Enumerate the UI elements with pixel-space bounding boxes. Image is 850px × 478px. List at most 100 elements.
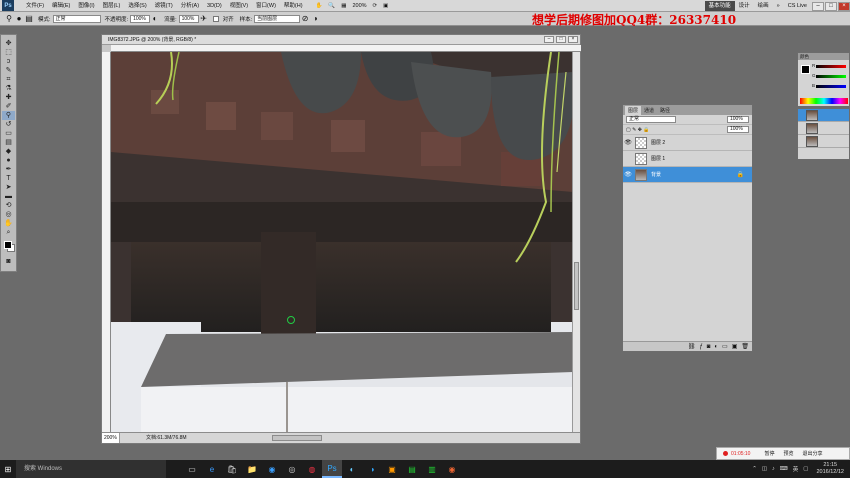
sample-select[interactable]: 当前图层 xyxy=(254,14,301,23)
trash-icon[interactable]: 🗑 xyxy=(741,343,749,350)
close-icon[interactable]: × xyxy=(838,1,850,11)
layer-opacity-input[interactable]: 100% xyxy=(727,116,749,123)
airbrush-icon[interactable]: ✈ xyxy=(199,14,209,24)
arrange-icon[interactable]: ▣ xyxy=(380,3,391,9)
image-canvas[interactable] xyxy=(111,52,573,432)
zoom-tool-icon[interactable]: ⌕ xyxy=(2,228,15,237)
doc-minimize-icon[interactable]: – xyxy=(544,36,554,43)
history-state[interactable] xyxy=(798,109,849,122)
move-tool-icon[interactable]: ✥ xyxy=(2,39,15,48)
clone-stamp-icon[interactable]: ⚲ xyxy=(4,14,14,24)
tray-expand-icon[interactable]: ⌃ xyxy=(752,466,757,472)
exit-share-button[interactable]: 退出分享 xyxy=(803,450,823,457)
preview-button[interactable]: 预览 xyxy=(783,450,793,457)
document-title-bar[interactable]: IMG8372.JPG @ 200% (背景, RGB/8) * – □ × xyxy=(102,35,580,45)
history-brush-tool-icon[interactable]: ↺ xyxy=(2,120,15,129)
type-tool-icon[interactable]: T xyxy=(2,174,15,183)
healing-brush-tool-icon[interactable]: ✚ xyxy=(2,93,15,102)
photoshop-taskbar-icon[interactable]: Ps xyxy=(322,460,342,478)
app-icon-orange[interactable]: ▣ xyxy=(382,460,402,478)
brush-panel-icon[interactable]: ▤ xyxy=(24,14,34,24)
menu-3d[interactable]: 3D(D) xyxy=(203,0,226,12)
color-panel-tab[interactable]: 颜色 xyxy=(798,53,849,60)
vertical-scroll-thumb[interactable] xyxy=(574,262,579,310)
zoom-level[interactable]: 200% xyxy=(349,3,369,9)
doc-close-icon[interactable]: × xyxy=(568,36,578,43)
horizontal-scroll-thumb[interactable] xyxy=(272,435,322,441)
chrome-icon[interactable]: ◍ xyxy=(302,460,322,478)
tab-channels[interactable]: 通道 xyxy=(641,106,657,115)
explorer-icon[interactable]: 📁 xyxy=(242,460,262,478)
hand-tool-icon[interactable]: ✋ xyxy=(2,219,15,228)
menu-select[interactable]: 选择(S) xyxy=(124,0,150,12)
language-indicator[interactable]: 英 xyxy=(793,465,799,473)
app-icon-green-1[interactable]: ▤ xyxy=(402,460,422,478)
firefox-icon[interactable]: ◉ xyxy=(442,460,462,478)
blend-mode-select[interactable]: 正常 xyxy=(626,116,676,123)
tab-paths[interactable]: 路径 xyxy=(657,106,673,115)
adjustment-icon[interactable]: ◐ xyxy=(714,344,718,350)
menu-image[interactable]: 图像(I) xyxy=(74,0,98,12)
opacity-input[interactable]: 100% xyxy=(130,14,151,23)
vertical-scrollbar[interactable] xyxy=(572,52,580,432)
qq-browser-icon[interactable]: ◉ xyxy=(262,460,282,478)
restore-icon[interactable]: □ xyxy=(825,1,837,11)
menu-view[interactable]: 视图(V) xyxy=(226,0,252,12)
app-icon-blue[interactable]: ◐ xyxy=(342,460,362,478)
pause-button[interactable]: 暂停 xyxy=(764,450,774,457)
3d-orbit-tool-icon[interactable]: ◎ xyxy=(2,210,15,219)
folder-icon[interactable]: ▭ xyxy=(722,343,728,350)
app-icon-camera[interactable]: ◑ xyxy=(362,460,382,478)
pressure-opacity-icon[interactable]: ◐ xyxy=(150,14,160,24)
taskbar-search[interactable]: 搜索 Windows xyxy=(16,460,166,478)
mask-icon[interactable]: ◙ xyxy=(707,344,711,350)
hand-icon[interactable]: ✋ xyxy=(313,3,326,9)
quick-select-tool-icon[interactable]: ✎ xyxy=(2,66,15,75)
dodge-tool-icon[interactable]: ● xyxy=(2,156,15,165)
windows-start-icon[interactable]: ⊞ xyxy=(0,460,16,478)
channel-r-slider[interactable] xyxy=(816,65,846,68)
layer-row-2[interactable]: 👁 图层 2 xyxy=(623,135,752,151)
document-size-info[interactable]: 文档:61.3M/76.8M xyxy=(120,433,187,443)
workspace-painting[interactable]: 绘画 xyxy=(754,1,773,11)
menu-filter[interactable]: 滤镜(T) xyxy=(151,0,177,12)
crop-tool-icon[interactable]: ⌗ xyxy=(2,75,15,84)
history-state[interactable] xyxy=(798,122,849,135)
network-icon[interactable]: ◫ xyxy=(762,466,767,472)
foreground-color-swatch[interactable] xyxy=(3,241,12,249)
new-layer-icon[interactable]: ▣ xyxy=(732,343,738,350)
color-panel-swatch[interactable] xyxy=(801,65,810,74)
lock-icons[interactable]: ▢ ✎ ✥ 🔒 xyxy=(626,127,650,133)
menu-analysis[interactable]: 分析(A) xyxy=(177,0,203,12)
brush-preset-icon[interactable]: ● xyxy=(14,14,24,24)
media-icon[interactable]: ◎ xyxy=(282,460,302,478)
mode-select[interactable]: 正常 xyxy=(52,14,101,23)
layer-row-background[interactable]: 👁 背景 🔒 xyxy=(623,167,752,183)
more-workspaces[interactable]: » xyxy=(773,1,784,11)
quick-mask-icon[interactable]: ◙ xyxy=(2,257,15,266)
workspace-essentials[interactable]: 基本功能 xyxy=(704,1,735,11)
taskbar-clock[interactable]: 21:15 2016/12/12 xyxy=(816,462,844,476)
notification-icon[interactable]: ▢ xyxy=(803,466,808,472)
aligned-checkbox[interactable] xyxy=(212,15,219,22)
brush-tool-icon[interactable]: ✐ xyxy=(2,102,15,111)
zoom-field[interactable]: 200% xyxy=(102,433,120,443)
input-icon[interactable]: ⌨ xyxy=(780,466,788,472)
pressure-size-icon[interactable]: ◑ xyxy=(310,14,320,24)
rotate-icon[interactable]: ⟳ xyxy=(370,3,381,9)
menu-edit[interactable]: 编辑(E) xyxy=(48,0,74,12)
eyedropper-tool-icon[interactable]: ⚗ xyxy=(2,84,15,93)
workspace-design[interactable]: 设计 xyxy=(735,1,754,11)
volume-icon[interactable]: ♪ xyxy=(772,466,775,472)
pen-tool-icon[interactable]: ✒ xyxy=(2,165,15,174)
eraser-tool-icon[interactable]: ▭ xyxy=(2,129,15,138)
eye-icon[interactable]: 👁 xyxy=(623,139,633,146)
menu-file[interactable]: 文件(F) xyxy=(22,0,48,12)
history-state[interactable] xyxy=(798,135,849,148)
eye-hidden-icon[interactable] xyxy=(623,156,633,162)
menu-layer[interactable]: 图层(L) xyxy=(99,0,125,12)
ignore-adjustment-icon[interactable]: ⊘ xyxy=(300,14,310,24)
color-swatches[interactable] xyxy=(3,241,15,252)
menu-window[interactable]: 窗口(W) xyxy=(252,0,280,12)
cs-live-button[interactable]: CS Live xyxy=(784,1,811,11)
